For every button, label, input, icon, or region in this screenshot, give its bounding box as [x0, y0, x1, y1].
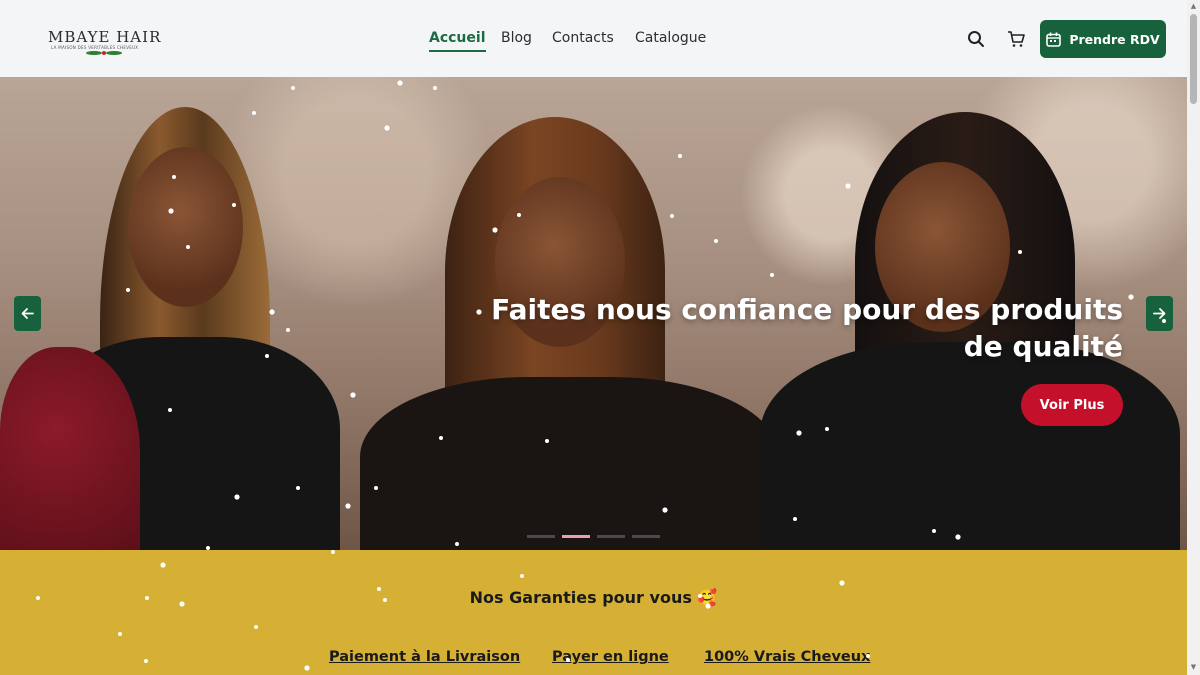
hero-title-line-1: Faites nous confiance pour des produits: [491, 293, 1123, 326]
site-header: MBAYE HAIR LA MAISON DES VERITABLES CHEV…: [0, 0, 1187, 77]
nav-item-contacts[interactable]: Contacts: [552, 30, 614, 46]
holly-decoration-icon: [86, 51, 122, 55]
search-icon: [968, 31, 984, 47]
calendar-icon: [1046, 32, 1062, 47]
arrow-left-icon: [21, 308, 34, 319]
hero-carousel: Faites nous confiance pour des produits …: [0, 77, 1187, 550]
nav-item-blog[interactable]: Blog: [501, 30, 532, 46]
carousel-indicator-4[interactable]: [632, 535, 660, 538]
guarantee-real-hair[interactable]: 100% Vrais Cheveux: [704, 649, 870, 665]
scrollbar-thumb[interactable]: [1190, 14, 1197, 104]
arrow-right-icon: [1153, 308, 1166, 319]
guarantees-section: Nos Garanties pour vous 🥰 Paiement à la …: [0, 550, 1187, 675]
book-appointment-button[interactable]: Prendre RDV: [1040, 20, 1166, 58]
cart-button[interactable]: [1005, 28, 1027, 50]
carousel-next-button[interactable]: [1146, 296, 1173, 331]
carousel-indicator-2[interactable]: [562, 535, 590, 538]
site-logo[interactable]: MBAYE HAIR LA MAISON DES VERITABLES CHEV…: [48, 22, 160, 58]
page-scrollbar[interactable]: ▲ ▼: [1187, 0, 1200, 675]
hero-title: Faites nous confiance pour des produits …: [483, 291, 1123, 365]
nav-item-catalogue[interactable]: Catalogue: [635, 30, 706, 46]
cart-icon: [1008, 31, 1025, 47]
scroll-up-icon[interactable]: ▲: [1190, 3, 1197, 10]
carousel-indicators: [527, 535, 660, 538]
hero-title-line-2: de qualité: [963, 330, 1123, 363]
book-appointment-label: Prendre RDV: [1069, 31, 1160, 47]
guarantee-online-payment[interactable]: Payer en ligne: [552, 649, 669, 665]
scroll-down-icon[interactable]: ▼: [1190, 664, 1197, 671]
guarantee-cash-on-delivery[interactable]: Paiement à la Livraison: [329, 649, 520, 665]
nav-item-accueil[interactable]: Accueil: [429, 30, 486, 52]
carousel-indicator-1[interactable]: [527, 535, 555, 538]
search-button[interactable]: [965, 28, 987, 50]
logo-text: MBAYE HAIR: [48, 28, 162, 46]
guarantees-title: Nos Garanties pour vous 🥰: [469, 588, 718, 607]
carousel-indicator-3[interactable]: [597, 535, 625, 538]
carousel-prev-button[interactable]: [14, 296, 41, 331]
see-more-button[interactable]: Voir Plus: [1021, 384, 1123, 426]
